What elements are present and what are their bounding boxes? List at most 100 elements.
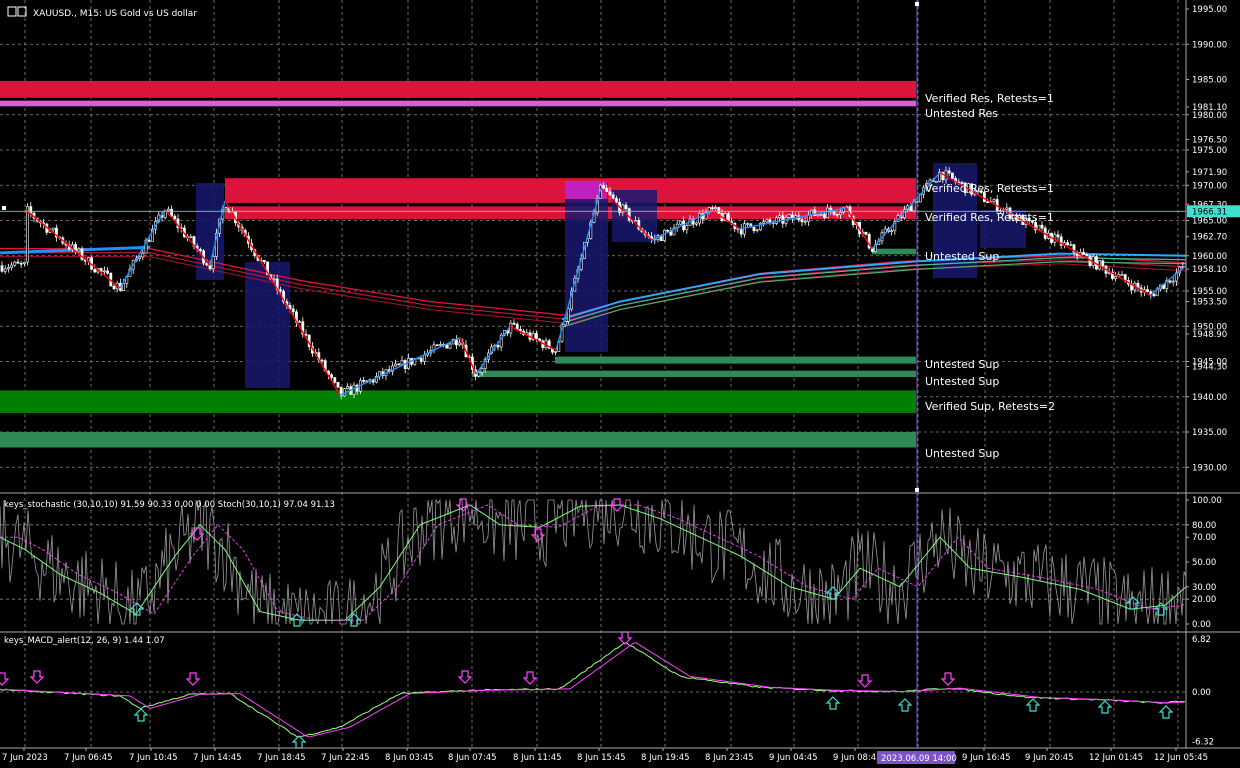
candle-body <box>1040 224 1044 229</box>
price-axis-label: 1971.90 <box>1192 168 1227 178</box>
price-axis-label: 1960.00 <box>1192 252 1227 262</box>
stoch-axis-label: 20.00 <box>1192 595 1216 605</box>
time-axis-label: 9 Jun 20:45 <box>1025 753 1074 763</box>
current-price-label: 1966.31 <box>1192 207 1227 217</box>
time-axis-label: 9 Jun 04:45 <box>769 753 818 763</box>
candle-body <box>16 261 20 264</box>
crosshair-handle-bottom[interactable] <box>915 488 919 492</box>
candle-body <box>320 359 324 362</box>
zone-label: Verified Res, Retests=1 <box>925 182 1054 195</box>
candle-body <box>291 308 295 313</box>
candle-body <box>77 248 81 252</box>
time-axis-label: 9 Jun 08:45 <box>833 753 882 763</box>
candle-body <box>717 207 721 214</box>
cursor-time-label: 2023.06.09 14:00 <box>881 754 957 764</box>
price-axis-label: 1975.00 <box>1192 146 1227 156</box>
candle-body <box>3 268 7 272</box>
candle-body <box>826 207 830 218</box>
candle-body <box>93 269 97 273</box>
candle-body <box>224 207 228 210</box>
candle-body <box>694 222 698 225</box>
candle-body <box>614 198 618 203</box>
candle-body <box>0 265 4 272</box>
candle-body <box>13 261 17 266</box>
zone-5 <box>872 248 916 255</box>
zone-1 <box>0 80 916 98</box>
candle-body <box>1152 293 1156 297</box>
candle-body <box>330 374 334 378</box>
price-axis-label: 1995.00 <box>1192 5 1227 15</box>
time-axis-label: 7 Jun 18:45 <box>257 753 306 763</box>
candle-body <box>419 357 423 362</box>
time-axis-label: 8 Jun 03:45 <box>385 753 434 763</box>
candle-body <box>819 213 823 216</box>
candle-body <box>762 221 766 224</box>
candle-body <box>864 231 868 235</box>
candle-body <box>624 204 628 209</box>
price-axis-label: 1958.10 <box>1192 265 1227 275</box>
zone-8 <box>0 390 916 413</box>
time-axis-label: 8 Jun 19:45 <box>641 753 690 763</box>
candle-body <box>112 285 116 290</box>
stoch-axis-label: 50.00 <box>1192 558 1216 568</box>
stoch-axis-label: 70.00 <box>1192 533 1216 543</box>
price-axis-label: 1965.00 <box>1192 217 1227 227</box>
zone-label: Verified Res, Retests=1 <box>925 92 1054 105</box>
price-axis-label: 1944.30 <box>1192 362 1227 372</box>
macd-axis-label: 6.82 <box>1192 635 1211 645</box>
crosshair-handle-top[interactable] <box>915 2 919 6</box>
price-axis-label: 1948.90 <box>1192 330 1227 340</box>
candle-body <box>534 333 538 340</box>
macd-axis-label: -6.32 <box>1192 737 1214 747</box>
candle-body <box>1146 289 1150 292</box>
time-axis-label: 7 Jun 14:45 <box>193 753 242 763</box>
candle-body <box>765 219 769 223</box>
candle-body <box>262 260 266 263</box>
candle-body <box>678 220 682 225</box>
candle-body <box>170 208 174 217</box>
candle-body <box>189 236 193 238</box>
candle-body <box>755 229 759 232</box>
candle-body <box>445 344 449 349</box>
candle-body <box>608 191 612 196</box>
time-axis-label: 7 Jun 10:45 <box>129 753 178 763</box>
price-axis-label: 1935.00 <box>1192 428 1227 438</box>
candle-body <box>1005 207 1009 210</box>
candle-body <box>662 229 666 242</box>
candle-body <box>458 342 462 346</box>
candle-body <box>768 219 772 223</box>
candle-body <box>838 212 842 216</box>
time-axis-label: 8 Jun 15:45 <box>577 753 626 763</box>
price-axis-label: 1953.50 <box>1192 298 1227 308</box>
candle-body <box>1114 276 1118 279</box>
candle-body <box>346 386 350 390</box>
candle-body <box>394 363 398 367</box>
price-line-handle[interactable] <box>2 206 6 210</box>
time-axis-label: 7 Jun 22:45 <box>321 753 370 763</box>
candle-body <box>272 278 276 281</box>
candle-body <box>141 252 145 258</box>
price-axis-label: 1976.50 <box>1192 135 1227 145</box>
trading-chart[interactable]: Verified Res, Retests=1 Untested Res Verif… <box>0 0 1240 764</box>
chart-svg[interactable]: Verified Res, Retests=1 Untested Res Verif… <box>0 0 1240 764</box>
candle-body <box>1082 252 1086 255</box>
zone-label: Verified Res, Retests=1 <box>925 211 1054 224</box>
candle-body <box>336 381 340 388</box>
candle-body <box>199 249 202 251</box>
time-axis-label: 7 Jun 2023 <box>2 753 48 763</box>
time-axis-label: 7 Jun 06:45 <box>64 753 113 763</box>
candle-body <box>666 229 670 232</box>
candle-body <box>352 384 356 395</box>
candle-body <box>1066 242 1070 246</box>
zone-label: Untested Sup <box>925 358 999 371</box>
zone-label: Untested Sup <box>925 250 999 263</box>
zone-2 <box>0 100 916 107</box>
pattern-box-4 <box>612 190 657 242</box>
zone-label: Untested Sup <box>925 447 999 460</box>
candle-body <box>746 223 750 225</box>
time-axis-label: 8 Jun 11:45 <box>513 753 562 763</box>
candle-body <box>803 221 807 223</box>
candle-body <box>438 344 442 346</box>
zone-label: Verified Sup, Retests=2 <box>925 400 1055 413</box>
candle-body <box>1056 234 1060 238</box>
